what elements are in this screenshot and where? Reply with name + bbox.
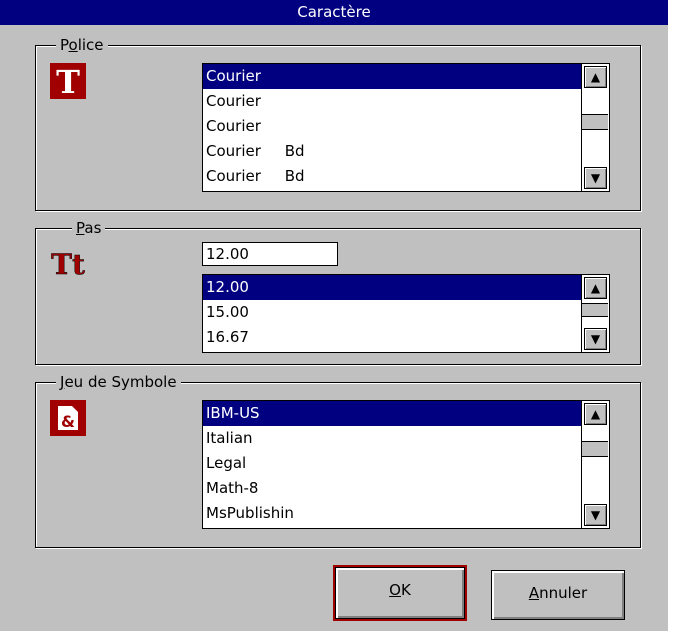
scroll-down-icon[interactable]: ▼ <box>584 504 607 526</box>
svg-text:&: & <box>61 412 75 431</box>
pas-group: Pas Tt 12.00 12.00 15.00 16.67 ▲ ▼ <box>35 218 641 365</box>
svg-text:T: T <box>56 63 80 99</box>
pitch-scrollbar[interactable]: ▲ ▼ <box>581 275 609 352</box>
symbol-set-group: Jeu de Symbole & IBM-US Italian Legal Ma… <box>35 372 641 548</box>
symbol-set-scrollbar[interactable]: ▲ ▼ <box>581 401 609 528</box>
pitch-input[interactable]: 12.00 <box>202 242 338 266</box>
font-scrollbar[interactable]: ▲ ▼ <box>581 64 609 191</box>
list-item[interactable]: 15.00 <box>203 300 609 325</box>
symbol-set-icon: & <box>50 400 86 436</box>
list-item[interactable]: 16.67 <box>203 325 609 350</box>
font-listbox[interactable]: Courier Courier Courier Courier Bd Couri… <box>202 63 610 192</box>
scroll-thumb[interactable] <box>582 441 608 457</box>
list-item[interactable]: Courier <box>203 89 609 114</box>
list-item[interactable]: Courier Bd <box>203 139 609 164</box>
ok-button[interactable]: OK <box>333 565 467 621</box>
pas-label: Pas <box>72 218 106 238</box>
pitch-listbox[interactable]: 12.00 15.00 16.67 ▲ ▼ <box>202 274 610 353</box>
list-item[interactable]: Courier <box>203 64 609 89</box>
scroll-thumb[interactable] <box>582 114 608 130</box>
list-item[interactable]: Italian <box>203 426 609 451</box>
cancel-button[interactable]: Annuler <box>491 570 625 620</box>
symbol-set-listbox[interactable]: IBM-US Italian Legal Math-8 MsPublishin … <box>202 400 610 529</box>
character-dialog: Caractère Police T Courier Courier Couri… <box>0 0 668 631</box>
scroll-thumb[interactable] <box>582 303 608 317</box>
font-icon: T <box>50 63 86 101</box>
list-item[interactable]: 12.00 <box>203 275 609 300</box>
list-item[interactable]: Courier Bd <box>203 164 609 189</box>
list-item[interactable]: MsPublishin <box>203 501 609 526</box>
dialog-title: Caractère <box>0 0 668 25</box>
police-label: Police <box>56 35 108 55</box>
scroll-up-icon[interactable]: ▲ <box>584 403 607 425</box>
list-item[interactable]: Legal <box>203 451 609 476</box>
list-item[interactable]: Courier <box>203 114 609 139</box>
list-item[interactable]: IBM-US <box>203 401 609 426</box>
scroll-down-icon[interactable]: ▼ <box>584 167 607 189</box>
list-item[interactable]: Math-8 <box>203 476 609 501</box>
scroll-up-icon[interactable]: ▲ <box>584 66 607 88</box>
scroll-up-icon[interactable]: ▲ <box>584 277 607 299</box>
symbol-set-label: Jeu de Symbole <box>56 372 181 392</box>
police-group: Police T Courier Courier Courier Courier… <box>35 35 641 211</box>
svg-text:Tt: Tt <box>51 248 85 278</box>
scroll-down-icon[interactable]: ▼ <box>584 328 607 350</box>
pitch-icon: Tt <box>50 242 86 282</box>
